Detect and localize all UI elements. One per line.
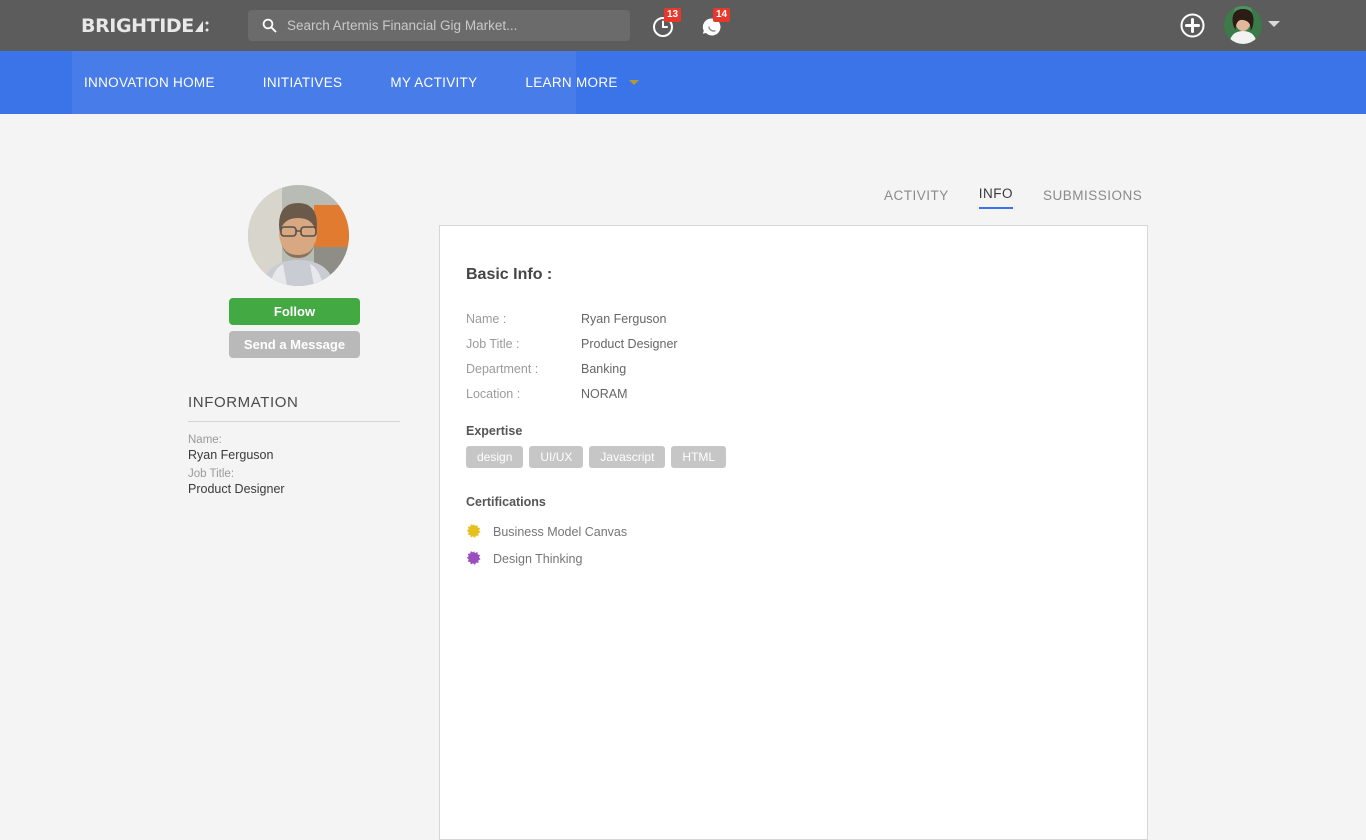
- expertise-tag[interactable]: UI/UX: [529, 446, 584, 468]
- row-key: Department :: [466, 361, 539, 376]
- expertise-tag-list: design UI/UX Javascript HTML: [466, 446, 732, 468]
- certification-name: Design Thinking: [493, 551, 583, 566]
- list-item: Design Thinking: [466, 545, 627, 572]
- nav-item-initiatives[interactable]: INITIATIVES: [263, 75, 343, 90]
- certification-name: Business Model Canvas: [493, 524, 628, 539]
- nav-label: INITIATIVES: [262, 75, 343, 90]
- row-key: Location :: [466, 386, 521, 401]
- row-value: Ryan Ferguson: [581, 311, 667, 326]
- nav-items-container: INNOVATION HOME INITIATIVES MY ACTIVITY …: [84, 51, 639, 114]
- field-label: Name:: [188, 434, 222, 446]
- nav-item-my-activity[interactable]: MY ACTIVITY: [390, 75, 477, 90]
- profile-photo: [248, 185, 349, 286]
- sidebar-field-name: Name: Ryan Ferguson: [188, 433, 285, 463]
- field-label: Job Title:: [188, 468, 235, 480]
- expertise-section-title: Expertise: [466, 424, 523, 438]
- expertise-tag[interactable]: Javascript: [589, 446, 666, 468]
- table-row: Location : NORAM: [466, 381, 678, 406]
- tab-info[interactable]: INFO: [978, 186, 1014, 209]
- global-search-box[interactable]: [248, 10, 630, 41]
- basic-info-table: Name : Ryan Ferguson Job Title : Product…: [466, 306, 678, 406]
- page-body: Follow Send a Message INFORMATION Name: …: [0, 114, 1366, 840]
- plus-circle-icon[interactable]: [1180, 13, 1205, 38]
- table-row: Job Title : Product Designer: [466, 331, 678, 356]
- sidebar-field-job-title: Job Title: Product Designer: [188, 467, 285, 497]
- list-item: Business Model Canvas: [466, 518, 627, 545]
- search-input[interactable]: [287, 18, 587, 33]
- brightidea-triangle-mark-icon: [194, 19, 210, 34]
- info-card: Basic Info : Name : Ryan Ferguson Job Ti…: [439, 225, 1148, 840]
- clock-badge-count: 13: [664, 8, 681, 22]
- badge-starburst-icon: [466, 550, 481, 566]
- messages-chat-icon[interactable]: 14: [700, 8, 730, 39]
- field-value: Ryan Ferguson: [188, 448, 274, 462]
- row-value: Banking: [581, 361, 627, 376]
- nav-label: INNOVATION HOME: [84, 75, 215, 90]
- sidebar-divider: [188, 421, 400, 422]
- expertise-tag[interactable]: HTML: [671, 446, 727, 468]
- certifications-list: Business Model Canvas Design Thinking: [466, 518, 627, 572]
- field-value: Product Designer: [188, 482, 285, 496]
- profile-tabs: ACTIVITY INFO SUBMISSIONS: [884, 186, 1142, 209]
- table-row: Name : Ryan Ferguson: [466, 306, 678, 331]
- tab-submissions[interactable]: SUBMISSIONS: [1043, 188, 1142, 209]
- search-icon: [262, 18, 277, 33]
- expertise-tag[interactable]: design: [466, 446, 524, 468]
- activity-clock-icon[interactable]: 13: [651, 8, 681, 39]
- table-row: Department : Banking: [466, 356, 678, 381]
- certifications-section-title: Certifications: [466, 495, 546, 509]
- chat-badge-count: 14: [713, 8, 730, 22]
- brightidea-logo[interactable]: BRIGHTIDE: [81, 15, 210, 37]
- nav-item-innovation-home[interactable]: INNOVATION HOME: [84, 75, 215, 90]
- send-message-button[interactable]: Send a Message: [229, 331, 360, 358]
- sidebar-info-fields: Name: Ryan Ferguson Job Title: Product D…: [188, 429, 285, 497]
- card-title: Basic Info :: [466, 266, 553, 283]
- top-header-bar: BRIGHTIDE 13 14: [0, 0, 1366, 51]
- row-key: Name :: [466, 311, 507, 326]
- nav-label: MY ACTIVITY: [390, 75, 478, 90]
- sidebar-section-title: INFORMATION: [188, 394, 299, 411]
- logo-text: BRIGHTIDE: [81, 15, 194, 37]
- user-avatar[interactable]: [1224, 6, 1262, 44]
- row-value: Product Designer: [581, 336, 678, 351]
- nav-label: LEARN MORE: [525, 75, 618, 90]
- row-value: NORAM: [581, 386, 628, 401]
- tab-activity[interactable]: ACTIVITY: [884, 188, 949, 209]
- row-key: Job Title :: [466, 336, 520, 351]
- chevron-down-icon: [628, 80, 639, 85]
- follow-button[interactable]: Follow: [229, 298, 360, 325]
- badge-starburst-icon: [466, 523, 481, 539]
- user-menu-chevron-down-icon[interactable]: [1268, 21, 1280, 27]
- nav-item-learn-more[interactable]: LEARN MORE: [525, 75, 639, 90]
- primary-navigation-bar: INNOVATION HOME INITIATIVES MY ACTIVITY …: [0, 51, 1366, 114]
